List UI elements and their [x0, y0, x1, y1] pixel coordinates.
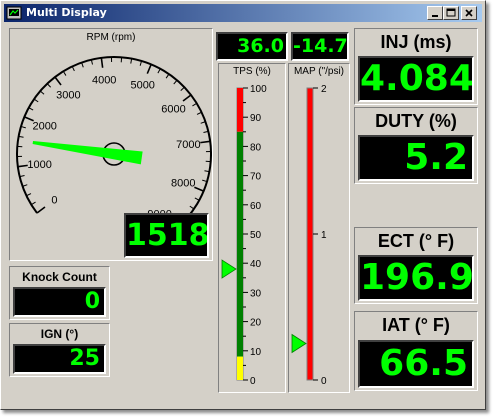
rpm-minor-tick [20, 125, 26, 129]
ign-label: IGN (°) [40, 327, 79, 341]
maximize-button[interactable] [443, 6, 459, 20]
rpm-major-tick [200, 140, 211, 144]
close-icon [465, 9, 473, 17]
tps-tick-label: 90 [250, 113, 262, 124]
rpm-tick-label: 3000 [56, 89, 80, 101]
rpm-tick-label: 6000 [161, 103, 185, 115]
rpm-minor-tick [173, 79, 178, 85]
minimize-icon [432, 15, 438, 17]
tps-marker-arrow [221, 259, 237, 279]
tps-tick-label: 30 [250, 288, 262, 299]
rpm-tick-label: 7000 [176, 139, 200, 151]
rpm-minor-tick [165, 73, 170, 79]
tps-tick-label: 60 [250, 201, 262, 212]
tps-tick-label: 20 [250, 318, 262, 329]
rpm-minor-tick [71, 66, 75, 72]
tps-tick-label: 50 [250, 230, 262, 241]
ect-value: 196.9 [358, 255, 474, 301]
rpm-minor-tick [39, 90, 45, 95]
rpm-minor-tick [194, 197, 200, 201]
tps-bar: 1009080706050403020100 [221, 84, 267, 387]
iat-label: IAT (° F) [382, 315, 450, 335]
rpm-major-tick [194, 186, 204, 192]
rpm-minor-tick [33, 98, 39, 103]
rpm-minor-tick [157, 68, 161, 74]
rpm-minor-tick [28, 107, 34, 111]
minimize-button[interactable] [427, 6, 443, 20]
maximize-icon [446, 8, 456, 17]
tps-tick-label: 80 [250, 142, 262, 153]
inj-panel: INJ (ms) 4.084 [354, 28, 478, 105]
tps-tick-label: 0 [250, 376, 256, 387]
rpm-minor-tick [189, 205, 195, 210]
iat-panel: IAT (° F) 66.5 [354, 311, 478, 391]
tps-gauge-panel: TPS (%) 100 90 80 70 60 50 40 30 20 10 0 [218, 63, 286, 393]
rpm-readout: 1518 [124, 213, 209, 258]
knock-count-label: Knock Count [22, 270, 97, 284]
tps-mid-zone [237, 131, 243, 357]
rpm-major-tick [36, 206, 46, 214]
tps-tick-label: 40 [250, 259, 262, 270]
rpm-tick-label: 8000 [171, 178, 195, 190]
rpm-minor-tick [192, 102, 197, 107]
ect-label: ECT (° F) [377, 231, 455, 251]
close-button[interactable] [461, 6, 477, 20]
rpm-tick-label: 0 [51, 195, 57, 207]
map-bar: 2 1 0 [291, 84, 327, 387]
rpm-minor-tick [202, 179, 208, 183]
map-tick-label: 0 [321, 376, 327, 387]
tps-tick-label: 10 [250, 347, 262, 358]
rpm-major-tick [17, 164, 28, 168]
ect-panel: ECT (° F) 196.9 [354, 227, 478, 304]
tps-tick-label: 70 [250, 172, 262, 183]
multi-display-window: Multi Display RPM (rpm) 0 1000 2000 3000 400… [0, 0, 486, 410]
rpm-major-tick [182, 94, 192, 102]
rpm-tick-label: 5000 [130, 80, 154, 92]
tps-fill [237, 356, 243, 380]
tps-tick-label: 100 [250, 84, 267, 95]
rpm-tick-label: 4000 [92, 75, 116, 87]
rpm-minor-tick [139, 60, 143, 66]
duty-value: 5.2 [358, 135, 474, 181]
tps-high-zone [237, 88, 243, 132]
rpm-minor-tick [26, 193, 32, 197]
rpm-tick-label: 2000 [32, 120, 56, 132]
iat-value: 66.5 [358, 340, 474, 388]
map-bar-fill [306, 87, 314, 381]
knock-count-value: 0 [13, 287, 106, 317]
rpm-minor-tick [31, 201, 36, 206]
map-marker-arrow [291, 333, 307, 354]
inj-value: 4.084 [358, 56, 474, 102]
inj-label: INJ (ms) [380, 32, 452, 52]
window-title: Multi Display [26, 6, 107, 19]
knock-count-panel: Knock Count 0 [9, 266, 110, 320]
app-icon [6, 6, 22, 20]
rpm-minor-tick [46, 83, 52, 88]
duty-panel: DUTY (%) 5.2 [354, 107, 478, 184]
rpm-minor-tick [180, 86, 185, 92]
ign-value: 25 [13, 344, 106, 374]
rpm-major-tick [100, 57, 104, 68]
title-bar[interactable]: Multi Display [4, 4, 482, 22]
rpm-major-tick [54, 76, 62, 86]
top-readout-left: 36.0 [216, 32, 288, 61]
rpm-gauge-panel: RPM (rpm) 0 1000 2000 3000 4000 5000 6000 7000 8… [9, 28, 213, 261]
top-readout-right: -14.7 [291, 32, 349, 61]
duty-label: DUTY (%) [375, 111, 457, 131]
map-gauge-panel: MAP ("/psi) 210 [288, 63, 350, 393]
rpm-major-tick [146, 64, 152, 74]
rpm-tick-label: 1000 [27, 159, 51, 171]
ign-panel: IGN (°) 25 [9, 323, 110, 377]
rpm-minor-tick [62, 71, 67, 76]
rpm-minor-tick [196, 111, 202, 115]
map-tick-label: 2 [321, 84, 327, 95]
map-tick-label: 1 [321, 230, 327, 241]
